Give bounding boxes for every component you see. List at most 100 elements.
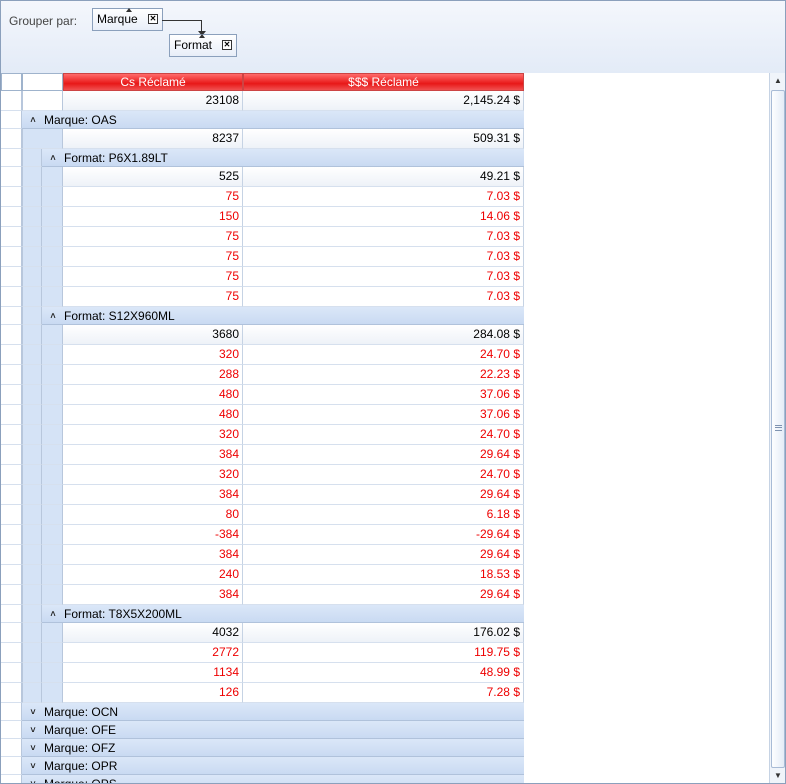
- summary-amount-cell[interactable]: 49.21 $: [243, 167, 524, 187]
- row-selector[interactable]: [1, 385, 22, 405]
- row-selector[interactable]: [1, 663, 22, 683]
- summary-row[interactable]: 8237 509.31 $: [1, 129, 769, 149]
- cs-reclame-cell[interactable]: 2772: [63, 643, 243, 663]
- summary-row[interactable]: 4032 176.02 $: [1, 623, 769, 643]
- cs-reclame-cell[interactable]: 320: [63, 465, 243, 485]
- cs-reclame-cell[interactable]: 288: [63, 365, 243, 385]
- row-selector[interactable]: [1, 365, 22, 385]
- close-icon[interactable]: ✕: [148, 14, 158, 24]
- amount-reclame-cell[interactable]: -29.64 $: [243, 525, 524, 545]
- group-row-marque[interactable]: ˄ Marque: OAS: [22, 111, 524, 129]
- row-selector[interactable]: [1, 505, 22, 525]
- table-row[interactable]: 384 29.64 $: [1, 545, 769, 565]
- summary-row[interactable]: 23108 2,145.24 $: [1, 91, 769, 111]
- amount-reclame-cell[interactable]: 7.28 $: [243, 683, 524, 703]
- group-chip-marque[interactable]: Marque ✕: [92, 8, 163, 31]
- summary-amount-cell[interactable]: 2,145.24 $: [243, 91, 524, 111]
- table-row[interactable]: 320 24.70 $: [1, 345, 769, 365]
- cs-reclame-cell[interactable]: 75: [63, 247, 243, 267]
- table-row[interactable]: 80 6.18 $: [1, 505, 769, 525]
- row-selector[interactable]: [1, 167, 22, 187]
- table-row[interactable]: 384 29.64 $: [1, 485, 769, 505]
- row-selector[interactable]: [1, 445, 22, 465]
- table-row[interactable]: 384 29.64 $: [1, 585, 769, 605]
- column-header-cs-reclame[interactable]: Cs Réclamé: [63, 73, 243, 91]
- row-selector[interactable]: [1, 465, 22, 485]
- chevron-down-icon[interactable]: ˅: [28, 761, 38, 771]
- summary-cs-cell[interactable]: 4032: [63, 623, 243, 643]
- amount-reclame-cell[interactable]: 7.03 $: [243, 187, 524, 207]
- scrollbar-thumb[interactable]: [771, 90, 785, 768]
- group-row-marque[interactable]: ˅ Marque: OCN: [22, 703, 524, 721]
- row-selector[interactable]: [1, 585, 22, 605]
- row-selector[interactable]: [1, 345, 22, 365]
- vertical-scrollbar[interactable]: ▲ ▼: [769, 73, 785, 783]
- group-row-marque[interactable]: ˅ Marque: OPR: [22, 757, 524, 775]
- table-row[interactable]: 320 24.70 $: [1, 465, 769, 485]
- table-row[interactable]: 240 18.53 $: [1, 565, 769, 585]
- table-row[interactable]: -384 -29.64 $: [1, 525, 769, 545]
- row-selector[interactable]: [1, 775, 22, 783]
- table-row[interactable]: 75 7.03 $: [1, 267, 769, 287]
- table-row[interactable]: 2772 119.75 $: [1, 643, 769, 663]
- summary-row[interactable]: 3680 284.08 $: [1, 325, 769, 345]
- row-selector[interactable]: [1, 207, 22, 227]
- table-row[interactable]: 75 7.03 $: [1, 247, 769, 267]
- row-selector[interactable]: [1, 721, 22, 739]
- cs-reclame-cell[interactable]: 80: [63, 505, 243, 525]
- summary-amount-cell[interactable]: 284.08 $: [243, 325, 524, 345]
- summary-amount-cell[interactable]: 509.31 $: [243, 129, 524, 149]
- row-selector[interactable]: [1, 525, 22, 545]
- amount-reclame-cell[interactable]: 24.70 $: [243, 465, 524, 485]
- group-row-marque[interactable]: ˅ Marque: OFE: [22, 721, 524, 739]
- table-row[interactable]: 384 29.64 $: [1, 445, 769, 465]
- row-selector[interactable]: [1, 149, 22, 167]
- chevron-up-icon[interactable]: ˄: [28, 115, 38, 125]
- amount-reclame-cell[interactable]: 24.70 $: [243, 345, 524, 365]
- amount-reclame-cell[interactable]: 24.70 $: [243, 425, 524, 445]
- amount-reclame-cell[interactable]: 22.23 $: [243, 365, 524, 385]
- summary-amount-cell[interactable]: 176.02 $: [243, 623, 524, 643]
- scroll-down-icon[interactable]: ▼: [770, 768, 785, 783]
- cs-reclame-cell[interactable]: 320: [63, 345, 243, 365]
- cs-reclame-cell[interactable]: 240: [63, 565, 243, 585]
- amount-reclame-cell[interactable]: 18.53 $: [243, 565, 524, 585]
- row-selector[interactable]: [1, 545, 22, 565]
- cs-reclame-cell[interactable]: 75: [63, 227, 243, 247]
- chevron-down-icon[interactable]: ˅: [28, 779, 38, 783]
- row-selector[interactable]: [1, 129, 22, 149]
- table-row[interactable]: 75 7.03 $: [1, 287, 769, 307]
- row-selector[interactable]: [1, 91, 22, 111]
- amount-reclame-cell[interactable]: 6.18 $: [243, 505, 524, 525]
- summary-cs-cell[interactable]: 23108: [63, 91, 243, 111]
- row-selector[interactable]: [1, 739, 22, 757]
- cs-reclame-cell[interactable]: 1134: [63, 663, 243, 683]
- amount-reclame-cell[interactable]: 7.03 $: [243, 287, 524, 307]
- amount-reclame-cell[interactable]: 29.64 $: [243, 485, 524, 505]
- row-selector[interactable]: [1, 247, 22, 267]
- row-selector[interactable]: [1, 405, 22, 425]
- chevron-down-icon[interactable]: ˅: [28, 743, 38, 753]
- row-selector[interactable]: [1, 187, 22, 207]
- table-row[interactable]: 320 24.70 $: [1, 425, 769, 445]
- cs-reclame-cell[interactable]: 126: [63, 683, 243, 703]
- amount-reclame-cell[interactable]: 29.64 $: [243, 585, 524, 605]
- table-row[interactable]: 126 7.28 $: [1, 683, 769, 703]
- row-selector[interactable]: [1, 287, 22, 307]
- cs-reclame-cell[interactable]: 480: [63, 385, 243, 405]
- amount-reclame-cell[interactable]: 14.06 $: [243, 207, 524, 227]
- group-row-format[interactable]: ˄ Format: T8X5X200ML: [42, 605, 524, 623]
- group-row-format[interactable]: ˄ Format: S12X960ML: [42, 307, 524, 325]
- row-selector[interactable]: [1, 325, 22, 345]
- column-header-amount-reclame[interactable]: $$$ Réclamé: [243, 73, 524, 91]
- table-row[interactable]: 150 14.06 $: [1, 207, 769, 227]
- cs-reclame-cell[interactable]: 480: [63, 405, 243, 425]
- amount-reclame-cell[interactable]: 7.03 $: [243, 267, 524, 287]
- chevron-up-icon[interactable]: ˄: [48, 609, 58, 619]
- cs-reclame-cell[interactable]: -384: [63, 525, 243, 545]
- row-selector[interactable]: [1, 227, 22, 247]
- amount-reclame-cell[interactable]: 48.99 $: [243, 663, 524, 683]
- group-row-marque[interactable]: ˅ Marque: OPS: [22, 775, 524, 783]
- close-icon[interactable]: ✕: [222, 40, 232, 50]
- cs-reclame-cell[interactable]: 320: [63, 425, 243, 445]
